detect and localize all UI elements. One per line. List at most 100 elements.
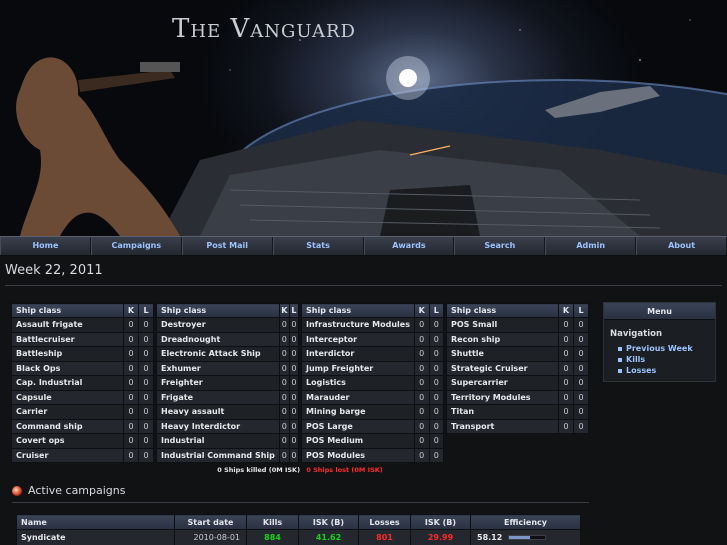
ship-kills: 0 [413,375,430,391]
ship-losses: 0 [288,433,300,449]
col-losses: L [428,303,444,318]
nav-admin[interactable]: Admin [545,237,637,255]
nav-search[interactable]: Search [454,237,546,255]
ship-kills: 0 [123,447,139,463]
ship-losses: 0 [573,317,589,333]
nav-post-mail[interactable]: Post Mail [181,237,273,255]
table-row: Cruiser 0 0 [11,447,154,463]
ships-killed-summary: 0 Ships killed (0M ISK) [217,466,301,474]
col-ship-class: Ship class [11,303,124,318]
ship-losses: 0 [288,447,300,463]
ship-class-name: Titan [446,404,559,420]
menu-title: Menu [604,303,715,320]
col-kills: K [558,303,574,318]
ship-class-name: Industrial Command Ship [156,447,280,463]
ship-losses: 0 [138,433,154,449]
col-ship-class: Ship class [156,303,280,318]
ship-class-name: Shuttle [446,346,559,362]
col-losses: L [573,303,589,318]
divider [12,502,589,503]
ship-kills: 0 [123,331,139,347]
menu-link-kills[interactable]: Kills [618,354,715,365]
nav-awards[interactable]: Awards [363,237,455,255]
nav-home[interactable]: Home [0,237,91,255]
ship-kills: 0 [123,418,139,434]
table-row: Logistics 0 0 [301,375,444,391]
campaigns-title: Active campaigns [28,484,126,497]
campaign-icon [12,485,22,496]
table-row: Titan 0 0 [446,404,589,420]
table-row: Jump Freighter 0 0 [301,360,444,376]
ship-class-name: Infrastructure Modules [301,317,415,333]
table-row: Cap. Industrial 0 0 [11,375,154,391]
col-name: Name [16,514,175,530]
table-row: Freighter 0 0 [156,375,300,391]
col-losses-isk: ISK (B) [410,514,471,530]
ship-losses: 0 [288,331,300,347]
ship-class-name: POS Modules [301,447,415,463]
ship-class-name: Battlecruiser [11,331,124,347]
ship-kills: 0 [278,389,290,405]
ship-class-name: Cruiser [11,447,124,463]
ship-losses: 0 [138,317,154,333]
nav-stats[interactable]: Stats [272,237,364,255]
ship-class-name: Assault frigate [11,317,124,333]
ship-losses: 0 [288,360,300,376]
ship-losses: 0 [573,418,589,434]
table-row: POS Large 0 0 [301,418,444,434]
ship-class-name: Frigate [156,389,280,405]
ship-kills: 0 [558,375,574,391]
ship-kills: 0 [123,360,139,376]
ship-kills: 0 [413,447,430,463]
nav-about[interactable]: About [636,237,727,255]
ship-losses: 0 [138,418,154,434]
campaign-name[interactable]: Syndicate [16,529,175,545]
table-row: Shuttle 0 0 [446,346,589,362]
menu-link-losses[interactable]: Losses [618,365,715,376]
ship-losses: 0 [428,331,444,347]
table-row: Capsule 0 0 [11,389,154,405]
campaigns-table: Name Start date Kills ISK (B) Losses ISK… [16,514,581,545]
table-row: Destroyer 0 0 [156,317,300,333]
ship-kills: 0 [558,404,574,420]
menu-section-title: Navigation [610,329,662,339]
ship-kills: 0 [558,346,574,362]
ship-class-name: Destroyer [156,317,280,333]
campaign-losses-isk: 29.99 [410,529,471,545]
table-row: Battlecruiser 0 0 [11,331,154,347]
ship-class-name: Territory Modules [446,389,559,405]
menu-link-previous-week[interactable]: Previous Week [618,343,715,354]
ship-kills: 0 [278,404,290,420]
ship-losses: 0 [428,418,444,434]
table-row: Electronic Attack Ship 0 0 [156,346,300,362]
efficiency-bar [508,535,547,540]
ship-class-name: Electronic Attack Ship [156,346,280,362]
ship-table-header-row: Ship class K L [301,303,444,318]
table-row: Battleship 0 0 [11,346,154,362]
col-efficiency: Efficiency [470,514,581,530]
ship-losses: 0 [428,404,444,420]
table-row: Command ship 0 0 [11,418,154,434]
space-scene-illustration [16,19,727,236]
ship-kills: 0 [123,375,139,391]
ship-losses: 0 [138,389,154,405]
ship-class-name: POS Medium [301,433,415,449]
ship-kills: 0 [123,389,139,405]
ship-losses: 0 [573,404,589,420]
ship-class-name: Heavy assault [156,404,280,420]
ship-kills: 0 [413,404,430,420]
ship-kills: 0 [413,317,430,333]
nav-campaigns[interactable]: Campaigns [90,237,182,255]
table-row: Interceptor 0 0 [301,331,444,347]
ship-kills: 0 [558,418,574,434]
table-row[interactable]: Syndicate 2010-08-01 884 41.62 801 29.99… [16,529,581,545]
ship-class-name: Covert ops [11,433,124,449]
ship-kills: 0 [413,331,430,347]
ship-class-name: Dreadnought [156,331,280,347]
ship-table-header-row: Ship class K L [446,303,589,318]
col-start-date: Start date [174,514,247,530]
ship-kills: 0 [558,360,574,376]
ship-class-name: Transport [446,418,559,434]
ship-kills: 0 [278,346,290,362]
table-row: Industrial Command Ship 0 0 [156,447,300,463]
